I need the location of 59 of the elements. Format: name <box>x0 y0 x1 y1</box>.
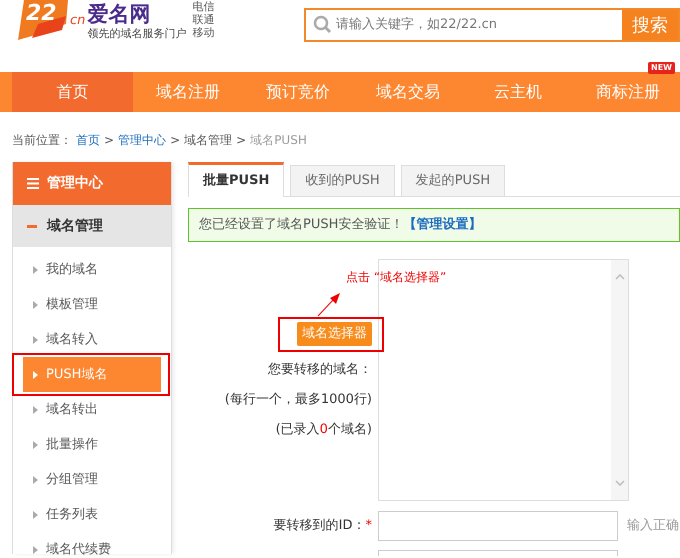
breadcrumb-item: 域名管理 <box>184 132 232 149</box>
text-input[interactable] <box>378 550 618 556</box>
arrow-icon <box>33 546 38 554</box>
carrier-label: 联通 <box>192 13 214 26</box>
sidebar-title: 管理中心 <box>47 174 103 193</box>
sidebar-item[interactable]: 批量操作 <box>23 427 161 462</box>
sidebar-item[interactable]: 域名转出 <box>23 392 161 427</box>
sidebar-item[interactable]: 域名转入 <box>23 322 161 357</box>
id-label: 要转移到的ID：* <box>272 517 373 536</box>
nav-link[interactable]: 首页 <box>12 72 133 112</box>
breadcrumb-separator: > <box>170 132 180 149</box>
domains-hint: (每行一个，最多1000行) <box>224 391 372 406</box>
breadcrumb-link[interactable]: 首页 <box>76 131 100 162</box>
scroll-down-icon <box>614 480 624 486</box>
arrow-icon <box>33 510 38 518</box>
breadcrumb-separator: > <box>104 132 114 149</box>
arrow-icon <box>33 300 38 308</box>
search-field[interactable]: 请输入关键字，如22/22.cn 搜索 <box>304 8 680 42</box>
tab[interactable]: 收到的PUSH <box>290 165 395 196</box>
breadcrumb-separator: > <box>236 132 246 149</box>
arrow-icon <box>33 406 38 414</box>
sidebar-item[interactable]: 任务列表 <box>23 497 161 532</box>
scroll-up-icon <box>614 274 624 280</box>
sidebar-item[interactable]: 模板管理 <box>23 287 161 322</box>
logo-mark[interactable]: 22 <box>18 0 68 40</box>
sidebar-section[interactable]: 域名管理 <box>13 205 171 247</box>
logo-shape-icon <box>18 0 68 40</box>
arrow-icon <box>33 336 38 344</box>
sidebar-item[interactable]: 分组管理 <box>23 462 161 497</box>
arrow-icon <box>33 266 38 274</box>
arrow-icon <box>33 440 38 448</box>
logo-name: 爱名网 <box>87 1 152 26</box>
scrollbar[interactable] <box>611 260 628 500</box>
breadcrumb-link[interactable]: 管理中心 <box>118 131 166 162</box>
annotation-note: 点击 “域名选择器” <box>346 269 446 286</box>
id-input[interactable] <box>378 511 618 541</box>
breadcrumb-label: 当前位置： <box>12 132 72 149</box>
sidebar-item[interactable]: 我的域名 <box>23 252 161 287</box>
tab[interactable]: 发起的PUSH <box>400 165 506 196</box>
new-badge: NEW <box>648 62 675 74</box>
carrier-label: 移动 <box>192 26 214 39</box>
menu-icon <box>27 178 39 189</box>
annotation-arrow <box>316 293 342 317</box>
logo-slogan: 领先的域名服务门户 <box>87 26 186 42</box>
section-title: 域名管理 <box>47 216 103 236</box>
domains-label: 您要转移的域名： <box>268 361 372 376</box>
carrier-label: 电信 <box>192 0 214 13</box>
search-button[interactable]: 搜索 <box>622 10 678 40</box>
manage-settings-link[interactable]: 【管理设置】 <box>403 215 482 235</box>
arrow-icon <box>33 476 38 484</box>
tab[interactable]: 批量PUSH <box>188 162 284 197</box>
breadcrumb-current: 域名PUSH <box>250 132 307 149</box>
arrow-icon <box>33 370 38 378</box>
alert-text: 您已经设置了域名PUSH安全验证！ <box>199 216 404 234</box>
id-hint: 输入正确 <box>627 517 679 536</box>
sidebar-item[interactable]: 域名代续费 <box>23 532 161 558</box>
domain-count: (已录入0个域名) <box>276 421 372 436</box>
minus-icon <box>27 224 37 228</box>
logo-suffix: cn <box>70 14 86 27</box>
